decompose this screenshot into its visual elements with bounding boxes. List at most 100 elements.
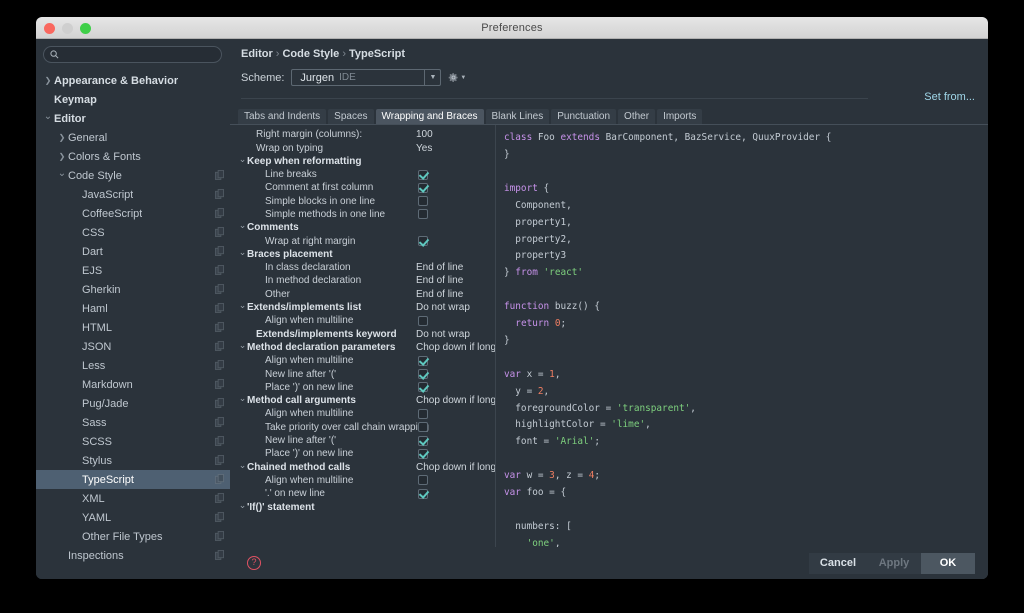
setting-checkbox[interactable] (418, 422, 428, 432)
sidebar-item-code-style[interactable]: ⌄Code Style (36, 166, 230, 185)
sidebar-item-html[interactable]: HTML (36, 318, 230, 337)
setting-row[interactable]: New line after '(' (230, 367, 495, 380)
setting-value[interactable]: Chop down if long (416, 342, 495, 353)
copy-scheme-icon[interactable] (215, 303, 224, 313)
cancel-button[interactable]: Cancel (809, 553, 867, 574)
setting-value[interactable]: Do not wrap (416, 329, 470, 340)
tab-wrapping-and-braces[interactable]: Wrapping and Braces (376, 109, 484, 124)
maximize-window-button[interactable] (80, 23, 91, 34)
setting-checkbox[interactable] (418, 356, 428, 366)
chevron-down-icon[interactable]: ⌄ (238, 461, 247, 470)
copy-scheme-icon[interactable] (215, 474, 224, 484)
sidebar-item-gherkin[interactable]: Gherkin (36, 280, 230, 299)
setting-value[interactable]: End of line (416, 262, 463, 273)
window-controls[interactable] (44, 23, 91, 34)
copy-scheme-icon[interactable] (215, 170, 224, 180)
scheme-settings-button[interactable]: ▼ (448, 72, 466, 83)
setting-row[interactable]: In class declarationEnd of line (230, 261, 495, 274)
sidebar-item-pug-jade[interactable]: Pug/Jade (36, 394, 230, 413)
set-from-link[interactable]: Set from... (924, 91, 975, 103)
setting-row[interactable]: Extends/implements keywordDo not wrap (230, 328, 495, 341)
copy-scheme-icon[interactable] (215, 265, 224, 275)
copy-scheme-icon[interactable] (215, 398, 224, 408)
setting-row[interactable]: Align when multiline (230, 474, 495, 487)
settings-tabs[interactable]: Tabs and IndentsSpacesWrapping and Brace… (230, 109, 988, 124)
setting-checkbox[interactable] (418, 369, 428, 379)
dialog-buttons[interactable]: CancelApplyOK (809, 553, 975, 574)
setting-checkbox[interactable] (418, 489, 428, 499)
sidebar-item-sass[interactable]: Sass (36, 413, 230, 432)
sidebar-item-yaml[interactable]: YAML (36, 508, 230, 527)
chevron-right-icon[interactable]: ❯ (56, 153, 68, 161)
sidebar-item-less[interactable]: Less (36, 356, 230, 375)
setting-row[interactable]: Align when multiline (230, 354, 495, 367)
setting-row[interactable]: Simple blocks in one line (230, 195, 495, 208)
setting-row[interactable]: ⌄Comments (230, 221, 495, 234)
setting-row[interactable]: Wrap at right margin (230, 234, 495, 247)
setting-checkbox[interactable] (418, 183, 428, 193)
sidebar-item-css[interactable]: CSS (36, 223, 230, 242)
setting-checkbox[interactable] (418, 196, 428, 206)
setting-row[interactable]: Take priority over call chain wrapping (230, 421, 495, 434)
copy-scheme-icon[interactable] (215, 246, 224, 256)
setting-row[interactable]: ⌄Braces placement (230, 248, 495, 261)
chevron-down-icon[interactable]: ⌄ (238, 501, 247, 510)
sidebar-item-stylus[interactable]: Stylus (36, 451, 230, 470)
copy-scheme-icon[interactable] (215, 322, 224, 332)
wrapping-options-list[interactable]: Right margin (columns):100Wrap on typing… (230, 125, 495, 547)
sidebar-item-xml[interactable]: XML (36, 489, 230, 508)
setting-row[interactable]: Simple methods in one line (230, 208, 495, 221)
copy-scheme-icon[interactable] (215, 455, 224, 465)
setting-checkbox[interactable] (418, 236, 428, 246)
sidebar-item-haml[interactable]: Haml (36, 299, 230, 318)
copy-scheme-icon[interactable] (215, 189, 224, 199)
ok-button[interactable]: OK (921, 553, 975, 574)
chevron-down-icon[interactable]: ⌄ (42, 112, 54, 122)
setting-value[interactable]: End of line (416, 289, 463, 300)
copy-scheme-icon[interactable] (215, 341, 224, 351)
copy-scheme-icon[interactable] (215, 550, 224, 560)
breadcrumb-segment[interactable]: Code Style (282, 48, 339, 60)
setting-checkbox[interactable] (418, 436, 428, 446)
setting-row[interactable]: '.' on new line (230, 487, 495, 500)
chevron-down-icon[interactable]: ⌄ (238, 155, 247, 164)
setting-row[interactable]: ⌄Method call argumentsChop down if long (230, 394, 495, 407)
setting-value[interactable]: Yes (416, 143, 432, 154)
sidebar-item-appearance-behavior[interactable]: ❯Appearance & Behavior (36, 71, 230, 90)
copy-scheme-icon[interactable] (215, 360, 224, 370)
chevron-down-icon[interactable]: ⌄ (238, 221, 247, 230)
chevron-down-icon[interactable]: ⌄ (56, 169, 68, 179)
setting-checkbox[interactable] (418, 475, 428, 485)
settings-tree[interactable]: ❯Appearance & BehaviorKeymap⌄Editor❯Gene… (36, 71, 230, 565)
sidebar-item-editor[interactable]: ⌄Editor (36, 109, 230, 128)
setting-checkbox[interactable] (418, 170, 428, 180)
setting-value[interactable]: End of line (416, 275, 463, 286)
sidebar-item-ejs[interactable]: EJS (36, 261, 230, 280)
search-input[interactable] (63, 49, 215, 60)
setting-row[interactable]: Comment at first column (230, 181, 495, 194)
chevron-right-icon[interactable]: ❯ (56, 134, 68, 142)
copy-scheme-icon[interactable] (215, 512, 224, 522)
setting-row[interactable]: Align when multiline (230, 407, 495, 420)
minimize-window-button[interactable] (62, 23, 73, 34)
setting-row[interactable]: In method declarationEnd of line (230, 274, 495, 287)
sidebar-item-dart[interactable]: Dart (36, 242, 230, 261)
chevron-down-icon[interactable]: ⌄ (238, 301, 247, 310)
scheme-dropdown[interactable]: Jurgen IDE ▼ (291, 69, 441, 86)
sidebar-item-inspections[interactable]: Inspections (36, 546, 230, 565)
chevron-down-icon[interactable]: ▼ (424, 70, 440, 85)
help-icon[interactable]: ? (247, 556, 261, 570)
chevron-down-icon[interactable]: ⌄ (238, 248, 247, 257)
tab-imports[interactable]: Imports (657, 109, 702, 124)
chevron-right-icon[interactable]: ❯ (42, 77, 54, 85)
setting-row[interactable]: OtherEnd of line (230, 288, 495, 301)
setting-value[interactable]: Do not wrap (416, 302, 470, 313)
copy-scheme-icon[interactable] (215, 379, 224, 389)
copy-scheme-icon[interactable] (215, 493, 224, 503)
setting-checkbox[interactable] (418, 382, 428, 392)
setting-row[interactable]: ⌄Method declaration parametersChop down … (230, 341, 495, 354)
breadcrumb-segment[interactable]: Editor (241, 48, 273, 60)
setting-value[interactable]: 100 (416, 129, 433, 140)
tab-punctuation[interactable]: Punctuation (551, 109, 616, 124)
breadcrumb-segment[interactable]: TypeScript (349, 48, 405, 60)
